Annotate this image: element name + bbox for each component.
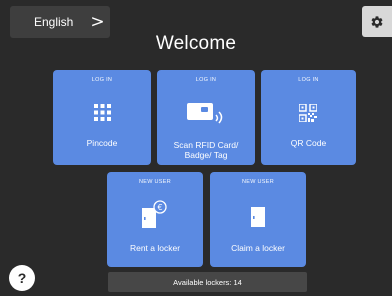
help-label: ?	[17, 270, 27, 286]
chevron-right-icon: >	[90, 11, 105, 32]
tile-tag: LOG IN	[298, 77, 319, 83]
rfid-card-icon	[187, 103, 223, 124]
tile-tag: NEW USER	[241, 179, 275, 185]
available-lockers-bar: Available lockers: 14	[108, 272, 307, 292]
tile-label: Rent a locker	[129, 243, 181, 253]
help-button[interactable]: ?	[9, 265, 35, 291]
tile-tag: LOG IN	[195, 77, 217, 83]
claim-locker-button[interactable]: NEW USER Claim a locker	[210, 172, 306, 267]
available-lockers-text: Available lockers: 14	[173, 277, 242, 287]
locker-euro-icon: €	[142, 200, 167, 228]
svg-text:€: €	[157, 203, 162, 212]
pincode-login-button[interactable]: LOG IN Pincode	[53, 70, 151, 165]
qr-code-icon	[299, 104, 317, 122]
language-label: English	[34, 15, 74, 29]
tile-label: Scan RFID Card/ Badge/ Tag	[173, 140, 239, 160]
locker-icon	[251, 207, 265, 227]
qr-login-button[interactable]: LOG IN QR Code	[261, 70, 356, 165]
tile-label: Pincode	[86, 138, 118, 148]
tile-tag: NEW USER	[138, 179, 172, 185]
rfid-login-button[interactable]: LOG IN Scan RFID Card/ Badge/ Tag	[157, 70, 255, 165]
keypad-icon	[94, 104, 111, 121]
page-title: Welcome	[155, 33, 237, 54]
gear-icon	[371, 15, 383, 28]
rent-locker-button[interactable]: NEW USER € Rent a locker	[107, 172, 203, 267]
tile-label: Claim a locker	[231, 243, 285, 253]
tile-tag: LOG IN	[91, 77, 113, 83]
tile-label: QR Code	[290, 138, 327, 148]
